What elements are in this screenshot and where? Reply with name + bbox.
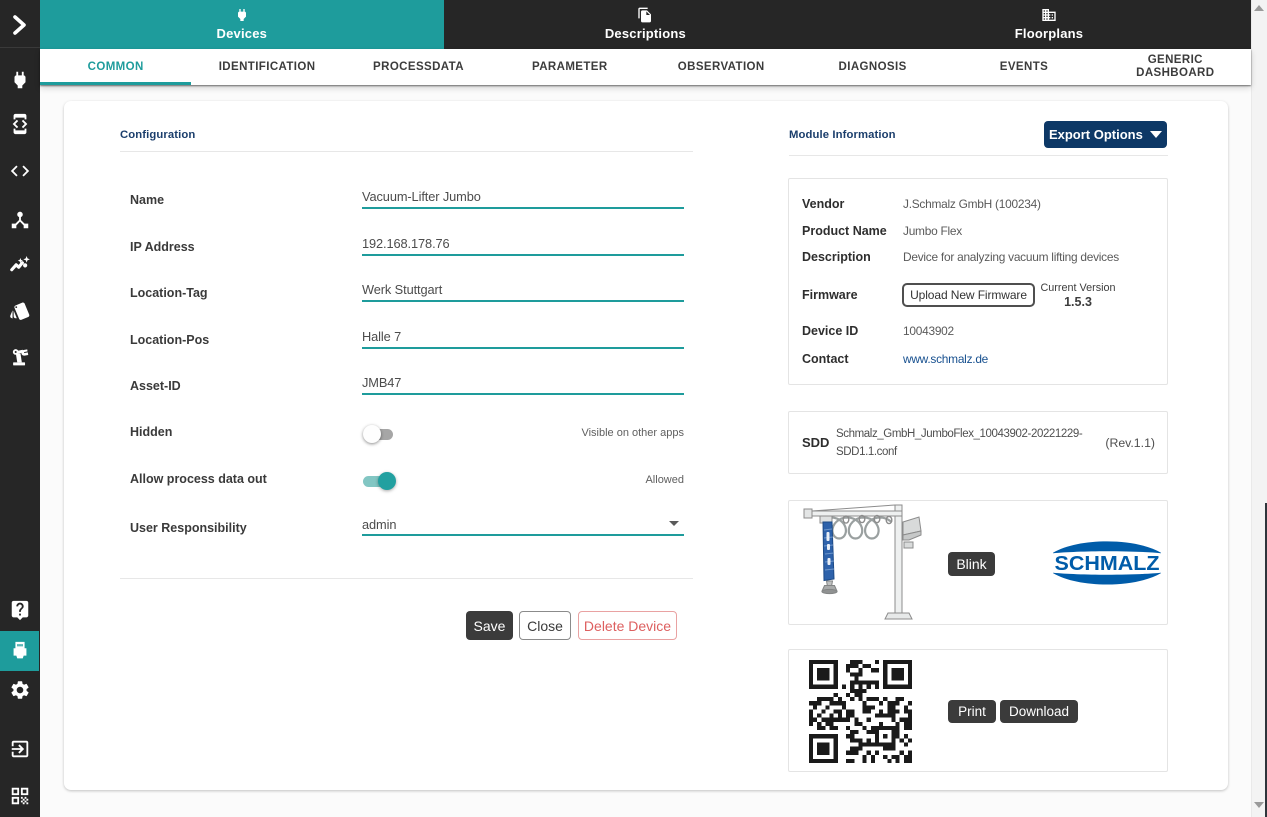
svg-text:SCHMALZ: SCHMALZ xyxy=(1055,552,1160,575)
